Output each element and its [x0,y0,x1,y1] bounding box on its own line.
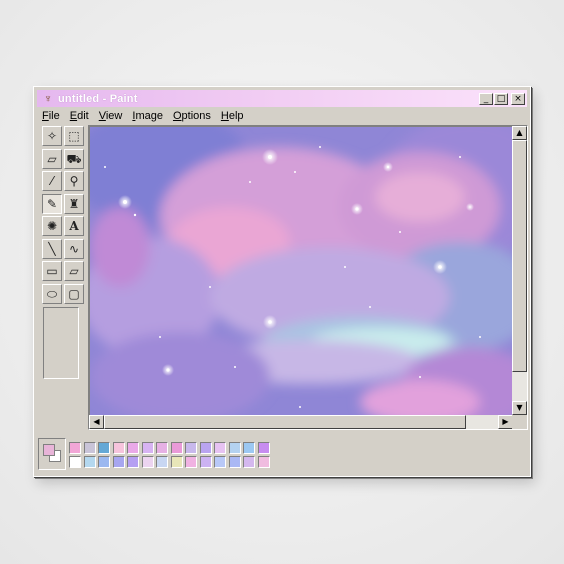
menu-bar: File Edit View Image Options Help [37,108,527,124]
rounded-rect-icon[interactable]: ▢ [64,283,84,304]
paint-brush-icon: ♆ [43,92,53,105]
palette-swatch[interactable] [127,456,139,468]
menu-accelerator: H [220,110,229,122]
curve-icon[interactable]: ∿ [64,238,84,259]
palette-swatch[interactable] [98,442,110,454]
menu-help[interactable]: Help [216,110,249,122]
palette-swatch[interactable] [98,456,110,468]
line-icon[interactable]: ╲ [42,238,62,259]
eraser-icon[interactable]: ▱ [42,148,62,169]
palette-swatch[interactable] [185,456,197,468]
palette-swatch[interactable] [243,442,255,454]
menu-label-rest: mage [135,110,163,122]
title-bar[interactable]: ♆ untitled - Paint _ □ × [37,90,527,107]
palette-swatch[interactable] [228,456,241,468]
palette-swatch[interactable] [228,442,241,454]
window-title: untitled - Paint [58,92,138,105]
vertical-scrollbar[interactable]: ▲ ▼ [512,126,527,415]
menu-image[interactable]: Image [127,110,168,122]
canvas-frame: ▲ ▼ ◀ ▶ [88,125,528,430]
horizontal-scroll-thumb[interactable] [104,415,466,429]
palette-swatch[interactable] [141,442,154,454]
pencil-icon[interactable]: ✎ [42,193,62,214]
palette-swatch[interactable] [156,456,168,468]
menu-file[interactable]: File [37,110,65,122]
palette-swatch[interactable] [214,456,226,468]
palette-swatch[interactable] [69,442,81,454]
palette-swatch[interactable] [199,442,212,454]
menu-label-rest: iew [105,110,123,122]
palette-swatch[interactable] [112,442,125,454]
horizontal-scrollbar[interactable]: ◀ ▶ [89,415,513,429]
menu-label-rest: elp [228,110,244,122]
polygon-icon[interactable]: ▱ [64,261,84,281]
menu-view[interactable]: View [94,110,128,122]
toolbox: ✧ ⬚ ▱ ⛟ ⁄ ⚲ ✎ ♜ ✺ A ╲ ∿ ▭ ▱ ⬭ ▢ [39,124,85,424]
magnifier-icon[interactable]: ⚲ [64,171,84,191]
scroll-up-icon[interactable]: ▲ [512,126,527,140]
menu-accelerator: E [69,110,78,122]
scroll-left-icon[interactable]: ◀ [89,415,104,429]
palette-swatch[interactable] [243,456,255,468]
menu-accelerator: F [42,110,49,122]
menu-label-rest: dit [77,110,89,122]
palette-swatch[interactable] [141,456,154,468]
palette-swatch[interactable] [112,456,125,468]
palette-swatch[interactable] [185,442,197,454]
scroll-right-icon[interactable]: ▶ [498,415,513,429]
scroll-corner [512,415,527,429]
palette-swatch[interactable] [127,442,139,454]
vertical-scroll-thumb[interactable] [512,140,527,372]
canvas-artwork [90,127,513,417]
foreground-color-swatch[interactable] [43,444,55,456]
scroll-down-icon[interactable]: ▼ [512,401,527,415]
menu-options[interactable]: Options [168,110,216,122]
drawing-canvas[interactable] [90,127,513,417]
palette-swatch[interactable] [257,456,270,468]
palette-swatch[interactable] [69,456,81,468]
minimize-button[interactable]: _ [479,92,493,105]
brush-icon[interactable]: ♜ [64,193,84,214]
menu-label-rest: ile [48,110,60,122]
airbrush-icon[interactable]: ✺ [42,216,62,236]
color-picker-icon[interactable]: ⁄ [42,171,62,191]
maximize-button[interactable]: □ [494,92,508,105]
menu-edit[interactable]: Edit [65,110,94,122]
palette-swatch[interactable] [199,456,212,468]
palette-swatch[interactable] [257,442,270,454]
free-form-select-icon[interactable]: ✧ [42,126,62,146]
palette-swatch[interactable] [170,442,183,454]
paint-window: ♆ untitled - Paint _ □ × File Edit View Ima… [33,86,531,477]
palette-swatch[interactable] [83,456,96,468]
menu-accelerator: V [98,110,106,122]
palette-swatch[interactable] [214,442,226,454]
palette-swatch[interactable] [83,442,96,454]
color-palette [38,438,278,472]
fill-bucket-icon[interactable]: ⛟ [64,148,84,169]
window-controls: _ □ × [479,92,525,105]
text-icon[interactable]: A [64,216,84,236]
palette-swatch[interactable] [170,456,183,468]
rectangle-icon[interactable]: ▭ [42,261,62,281]
menu-accelerator: O [172,110,182,122]
menu-label-rest: ptions [181,110,211,122]
tool-options-panel[interactable] [43,307,79,379]
close-button[interactable]: × [511,92,525,105]
current-colors[interactable] [38,438,66,470]
ellipse-icon[interactable]: ⬭ [42,283,62,304]
palette-swatch[interactable] [156,442,168,454]
rect-select-icon[interactable]: ⬚ [64,126,84,146]
